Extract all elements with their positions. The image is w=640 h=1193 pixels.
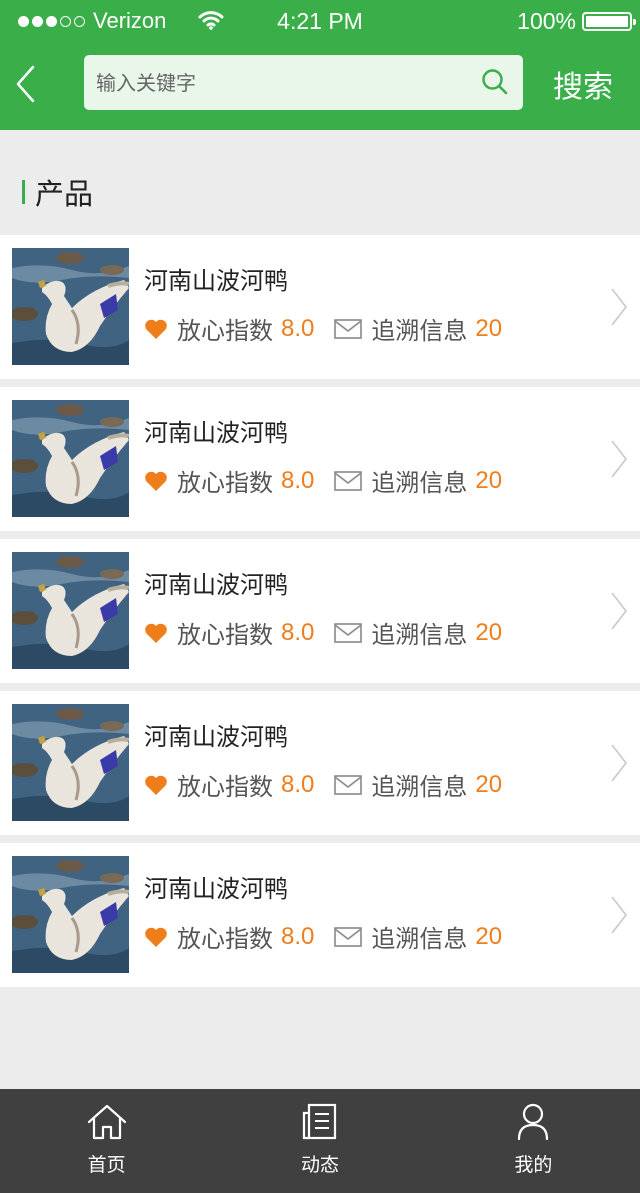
heart-icon xyxy=(145,623,167,643)
battery-icon xyxy=(582,12,636,31)
app-header: Verizon 4:21 PM 100% 搜索 xyxy=(0,0,640,130)
trace-value: 20 xyxy=(475,466,503,494)
chevron-right-icon xyxy=(611,440,628,478)
envelope-icon xyxy=(334,926,363,947)
section-header: 产品 xyxy=(22,176,93,211)
heart-icon xyxy=(145,319,167,339)
envelope-icon xyxy=(334,774,363,795)
chevron-right-icon xyxy=(611,896,628,934)
user-icon xyxy=(518,1103,549,1141)
product-name: 河南山波河鸭 xyxy=(144,419,288,447)
product-list: 河南山波河鸭 放心指数 8.0 追溯信息 20 河南山波河鸭 放心指数 8.0 … xyxy=(0,235,640,995)
product-meta: 放心指数 8.0 追溯信息 20 xyxy=(144,311,502,346)
trust-value: 8.0 xyxy=(281,770,315,798)
product-meta: 放心指数 8.0 追溯信息 20 xyxy=(144,463,502,498)
trust-label: 放心指数 xyxy=(177,469,273,497)
chevron-right-icon xyxy=(611,744,628,782)
trust-label: 放心指数 xyxy=(177,317,273,345)
search-icon[interactable] xyxy=(481,68,509,96)
trace-label: 追溯信息 xyxy=(371,773,468,801)
search-box xyxy=(84,55,523,110)
trust-label: 放心指数 xyxy=(177,621,273,649)
trust-label: 放心指数 xyxy=(177,773,273,801)
product-name: 河南山波河鸭 xyxy=(144,267,288,295)
heart-icon xyxy=(145,927,167,947)
section-title: 产品 xyxy=(35,177,94,211)
heart-icon xyxy=(145,471,167,491)
tab-home-label: 首页 xyxy=(87,1154,126,1176)
chevron-right-icon xyxy=(611,592,628,630)
envelope-icon xyxy=(334,470,363,491)
section-accent-bar xyxy=(22,180,25,204)
search-button[interactable]: 搜索 xyxy=(553,62,613,106)
trace-label: 追溯信息 xyxy=(371,469,468,497)
product-image xyxy=(12,552,129,669)
chevron-left-icon xyxy=(16,65,35,103)
product-image xyxy=(12,856,129,973)
trust-value: 8.0 xyxy=(281,466,315,494)
status-bar: Verizon 4:21 PM 100% xyxy=(0,0,640,44)
tab-news-label: 动态 xyxy=(300,1154,339,1176)
product-meta: 放心指数 8.0 追溯信息 20 xyxy=(144,919,502,954)
trace-value: 20 xyxy=(475,922,503,950)
trace-value: 20 xyxy=(475,314,503,342)
tab-me-label: 我的 xyxy=(514,1154,553,1176)
tab-news[interactable]: 动态 xyxy=(213,1089,426,1193)
product-item[interactable]: 河南山波河鸭 放心指数 8.0 追溯信息 20 xyxy=(0,539,640,683)
trace-label: 追溯信息 xyxy=(371,925,468,953)
product-name: 河南山波河鸭 xyxy=(144,571,288,599)
tab-home[interactable]: 首页 xyxy=(0,1089,213,1193)
home-icon xyxy=(87,1104,126,1140)
heart-icon xyxy=(145,775,167,795)
trace-value: 20 xyxy=(475,618,503,646)
envelope-icon xyxy=(334,318,363,339)
product-image xyxy=(12,704,129,821)
product-image xyxy=(12,248,129,365)
envelope-icon xyxy=(334,622,363,643)
news-icon xyxy=(302,1103,337,1140)
trust-value: 8.0 xyxy=(281,922,315,950)
tab-bar: 首页 动态 我的 xyxy=(0,1089,640,1193)
chevron-right-icon xyxy=(611,288,628,326)
product-item[interactable]: 河南山波河鸭 放心指数 8.0 追溯信息 20 xyxy=(0,235,640,379)
trace-label: 追溯信息 xyxy=(371,317,468,345)
trace-value: 20 xyxy=(475,770,503,798)
trace-label: 追溯信息 xyxy=(371,621,468,649)
trust-label: 放心指数 xyxy=(177,925,273,953)
product-item[interactable]: 河南山波河鸭 放心指数 8.0 追溯信息 20 xyxy=(0,843,640,987)
product-name: 河南山波河鸭 xyxy=(144,875,288,903)
product-meta: 放心指数 8.0 追溯信息 20 xyxy=(144,615,502,650)
product-name: 河南山波河鸭 xyxy=(144,723,288,751)
battery-percentage: 100% xyxy=(517,8,576,34)
search-input[interactable] xyxy=(96,55,466,110)
product-item[interactable]: 河南山波河鸭 放心指数 8.0 追溯信息 20 xyxy=(0,387,640,531)
trust-value: 8.0 xyxy=(281,314,315,342)
product-item[interactable]: 河南山波河鸭 放心指数 8.0 追溯信息 20 xyxy=(0,691,640,835)
product-meta: 放心指数 8.0 追溯信息 20 xyxy=(144,767,502,802)
tab-me[interactable]: 我的 xyxy=(427,1089,640,1193)
back-button[interactable] xyxy=(14,64,54,108)
trust-value: 8.0 xyxy=(281,618,315,646)
product-image xyxy=(12,400,129,517)
